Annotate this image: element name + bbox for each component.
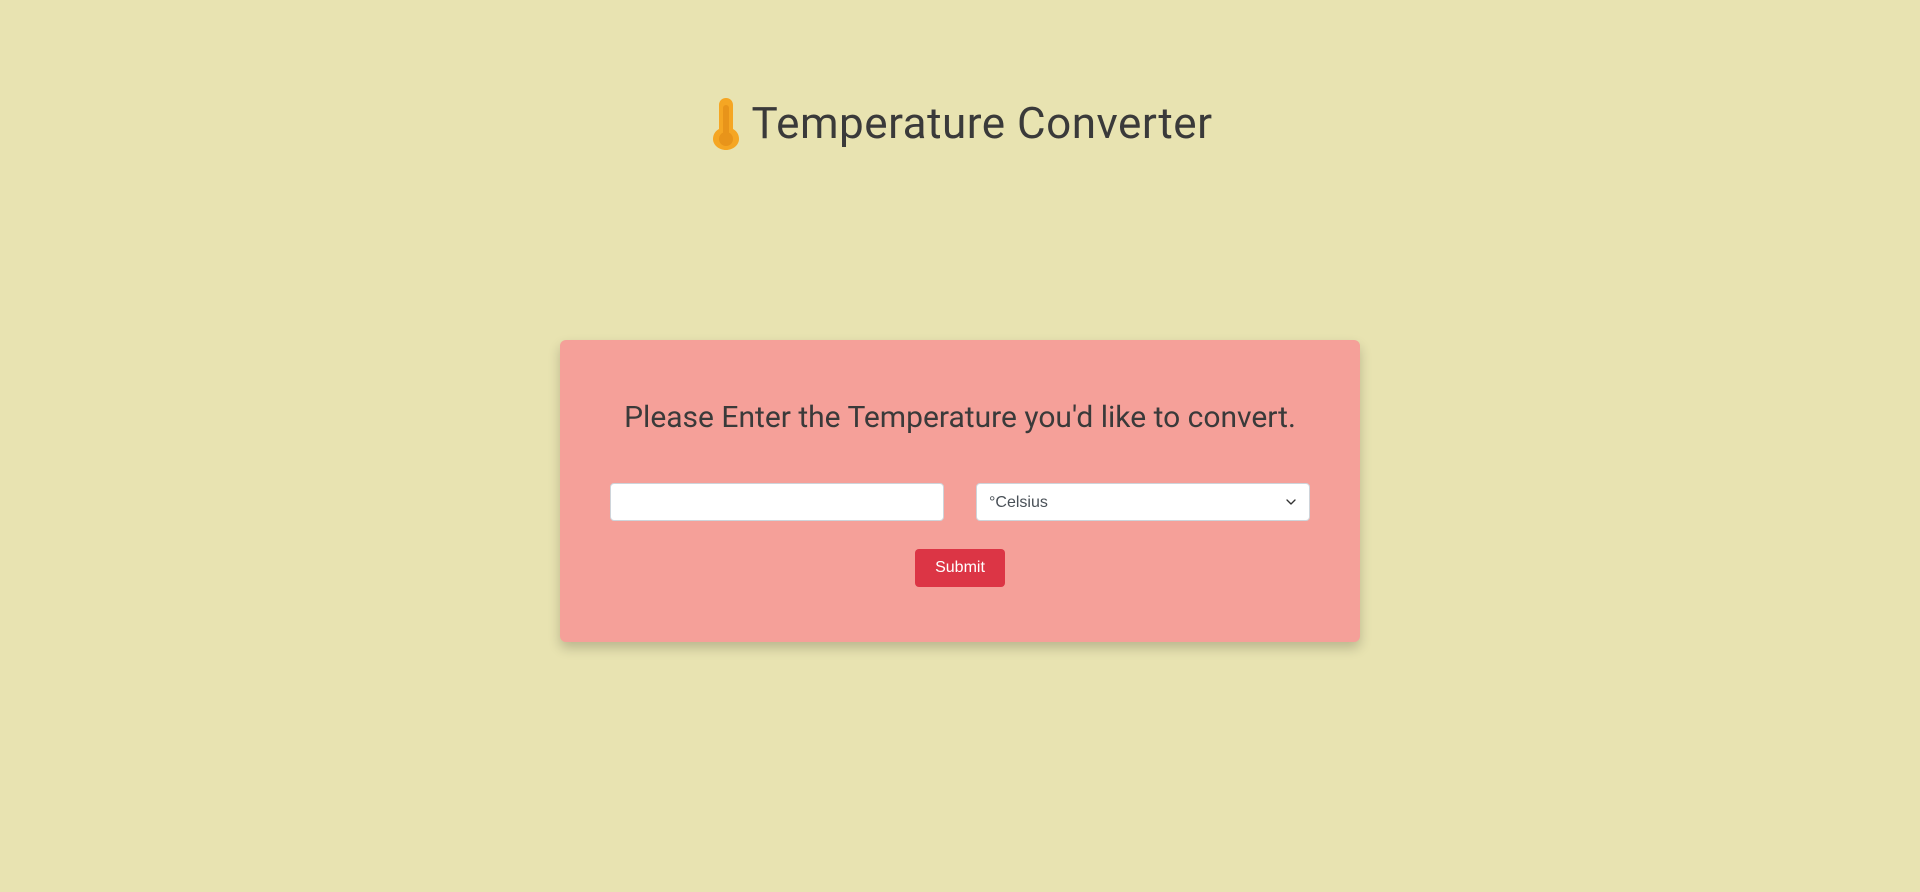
card-heading: Please Enter the Temperature you'd like … — [610, 400, 1310, 435]
form-row: °Celsius — [610, 483, 1310, 521]
page-header: Temperature Converter — [0, 0, 1920, 150]
thermometer-icon — [708, 95, 744, 150]
temperature-input[interactable] — [610, 483, 944, 521]
submit-button[interactable]: Submit — [915, 549, 1005, 587]
page-title: Temperature Converter — [752, 97, 1213, 149]
card-container: Please Enter the Temperature you'd like … — [0, 340, 1920, 642]
converter-card: Please Enter the Temperature you'd like … — [560, 340, 1360, 642]
unit-select[interactable]: °Celsius — [976, 483, 1310, 521]
